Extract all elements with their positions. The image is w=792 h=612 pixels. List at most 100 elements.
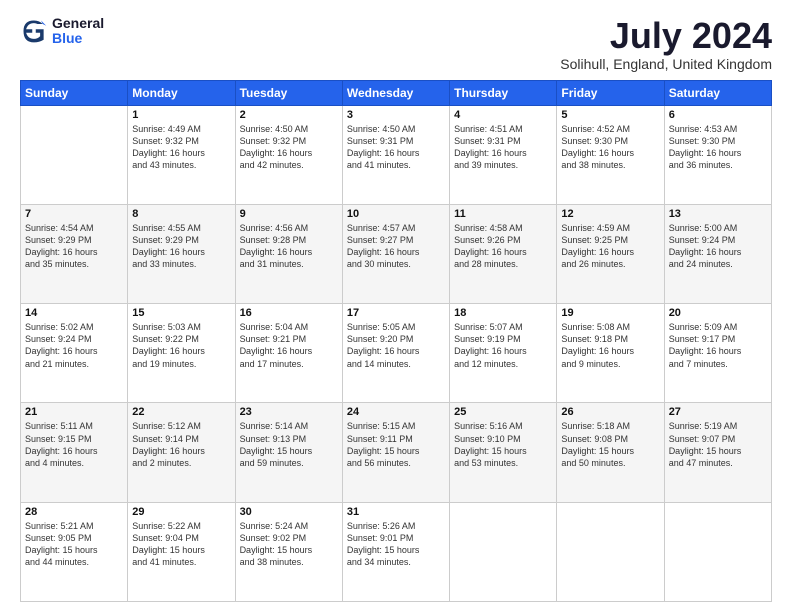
table-row: 19Sunrise: 5:08 AM Sunset: 9:18 PM Dayli…	[557, 304, 664, 403]
location-subtitle: Solihull, England, United Kingdom	[560, 56, 772, 72]
calendar-week-row: 28 Sunrise: 5:21 AM Sunset: 9:05 PM Dayli…	[21, 502, 772, 601]
table-row: 3 Sunrise: 4:50 AM Sunset: 9:31 PM Daylig…	[342, 105, 449, 204]
day-content: Sunrise: 5:05 AM Sunset: 9:20 PM Dayligh…	[347, 321, 445, 370]
col-sunday: Sunday	[21, 80, 128, 105]
day-content: Sunrise: 4:56 AM Sunset: 9:28 PM Dayligh…	[240, 222, 338, 271]
table-row: 17 Sunrise: 5:05 AM Sunset: 9:20 PM Dayli…	[342, 304, 449, 403]
col-wednesday: Wednesday	[342, 80, 449, 105]
day-content: Sunrise: 5:12 AM Sunset: 9:14 PM Dayligh…	[132, 420, 230, 469]
table-row: 15 Sunrise: 5:03 AM Sunset: 9:22 PM Dayli…	[128, 304, 235, 403]
table-row: 6 Sunrise: 4:53 AM Sunset: 9:30 PM Daylig…	[664, 105, 771, 204]
page: General Blue July 2024 Solihull, England…	[0, 0, 792, 612]
day-content: Sunrise: 5:26 AM Sunset: 9:01 PM Dayligh…	[347, 520, 445, 569]
day-number: 12	[561, 208, 659, 220]
day-number: 19	[561, 307, 659, 319]
day-number: 26	[561, 406, 659, 418]
table-row: 16 Sunrise: 5:04 AM Sunset: 9:21 PM Dayli…	[235, 304, 342, 403]
day-content: Sunrise: 4:54 AM Sunset: 9:29 PM Dayligh…	[25, 222, 123, 271]
table-row: 14 Sunrise: 5:02 AM Sunset: 9:24 PM Dayli…	[21, 304, 128, 403]
day-content: Sunrise: 5:18 AM Sunset: 9:08 PM Dayligh…	[561, 420, 659, 469]
table-row: 24 Sunrise: 5:15 AM Sunset: 9:11 PM Dayli…	[342, 403, 449, 502]
table-row: 27 Sunrise: 5:19 AM Sunset: 9:07 PM Dayli…	[664, 403, 771, 502]
table-row: 26 Sunrise: 5:18 AM Sunset: 9:08 PM Dayli…	[557, 403, 664, 502]
day-number: 4	[454, 109, 552, 121]
logo-blue-text: Blue	[52, 31, 104, 46]
table-row: 11 Sunrise: 4:58 AM Sunset: 9:26 PM Dayli…	[450, 204, 557, 303]
table-row: 18Sunrise: 5:07 AM Sunset: 9:19 PM Dayli…	[450, 304, 557, 403]
day-content: Sunrise: 4:58 AM Sunset: 9:26 PM Dayligh…	[454, 222, 552, 271]
day-content: Sunrise: 5:02 AM Sunset: 9:24 PM Dayligh…	[25, 321, 123, 370]
day-number: 3	[347, 109, 445, 121]
day-number: 17	[347, 307, 445, 319]
table-row: 29 Sunrise: 5:22 AM Sunset: 9:04 PM Dayli…	[128, 502, 235, 601]
day-number: 6	[669, 109, 767, 121]
day-content: Sunrise: 5:19 AM Sunset: 9:07 PM Dayligh…	[669, 420, 767, 469]
table-row: 21 Sunrise: 5:11 AM Sunset: 9:15 PM Dayli…	[21, 403, 128, 502]
day-content: Sunrise: 5:15 AM Sunset: 9:11 PM Dayligh…	[347, 420, 445, 469]
table-row	[450, 502, 557, 601]
table-row	[557, 502, 664, 601]
day-content: Sunrise: 4:50 AM Sunset: 9:31 PM Dayligh…	[347, 123, 445, 172]
day-number: 24	[347, 406, 445, 418]
table-row	[664, 502, 771, 601]
day-number: 27	[669, 406, 767, 418]
day-number: 2	[240, 109, 338, 121]
table-row: 12 Sunrise: 4:59 AM Sunset: 9:25 PM Dayli…	[557, 204, 664, 303]
day-number: 15	[132, 307, 230, 319]
calendar-week-row: 7 Sunrise: 4:54 AM Sunset: 9:29 PM Daylig…	[21, 204, 772, 303]
day-number: 23	[240, 406, 338, 418]
table-row: 31Sunrise: 5:26 AM Sunset: 9:01 PM Dayli…	[342, 502, 449, 601]
table-row	[21, 105, 128, 204]
day-number: 16	[240, 307, 338, 319]
day-content: Sunrise: 4:53 AM Sunset: 9:30 PM Dayligh…	[669, 123, 767, 172]
table-row: 1 Sunrise: 4:49 AM Sunset: 9:32 PM Daylig…	[128, 105, 235, 204]
day-content: Sunrise: 5:22 AM Sunset: 9:04 PM Dayligh…	[132, 520, 230, 569]
day-content: Sunrise: 5:24 AM Sunset: 9:02 PM Dayligh…	[240, 520, 338, 569]
day-content: Sunrise: 5:14 AM Sunset: 9:13 PM Dayligh…	[240, 420, 338, 469]
calendar-header-row: Sunday Monday Tuesday Wednesday Thursday…	[21, 80, 772, 105]
day-number: 9	[240, 208, 338, 220]
col-friday: Friday	[557, 80, 664, 105]
day-number: 29	[132, 506, 230, 518]
day-content: Sunrise: 4:49 AM Sunset: 9:32 PM Dayligh…	[132, 123, 230, 172]
title-block: July 2024 Solihull, England, United King…	[560, 16, 772, 72]
table-row: 25Sunrise: 5:16 AM Sunset: 9:10 PM Dayli…	[450, 403, 557, 502]
calendar-week-row: 14 Sunrise: 5:02 AM Sunset: 9:24 PM Dayli…	[21, 304, 772, 403]
table-row: 13 Sunrise: 5:00 AM Sunset: 9:24 PM Dayli…	[664, 204, 771, 303]
table-row: 23 Sunrise: 5:14 AM Sunset: 9:13 PM Dayli…	[235, 403, 342, 502]
header: General Blue July 2024 Solihull, England…	[20, 16, 772, 72]
day-number: 11	[454, 208, 552, 220]
day-number: 14	[25, 307, 123, 319]
logo: General Blue	[20, 16, 104, 47]
month-title: July 2024	[560, 16, 772, 56]
day-content: Sunrise: 5:00 AM Sunset: 9:24 PM Dayligh…	[669, 222, 767, 271]
day-number: 1	[132, 109, 230, 121]
day-number: 21	[25, 406, 123, 418]
col-monday: Monday	[128, 80, 235, 105]
col-thursday: Thursday	[450, 80, 557, 105]
calendar-week-row: 21 Sunrise: 5:11 AM Sunset: 9:15 PM Dayli…	[21, 403, 772, 502]
table-row: 28 Sunrise: 5:21 AM Sunset: 9:05 PM Dayli…	[21, 502, 128, 601]
day-number: 20	[669, 307, 767, 319]
day-content: Sunrise: 4:51 AM Sunset: 9:31 PM Dayligh…	[454, 123, 552, 172]
day-content: Sunrise: 5:04 AM Sunset: 9:21 PM Dayligh…	[240, 321, 338, 370]
day-number: 28	[25, 506, 123, 518]
calendar-week-row: 1 Sunrise: 4:49 AM Sunset: 9:32 PM Daylig…	[21, 105, 772, 204]
day-number: 22	[132, 406, 230, 418]
logo-text: General Blue	[52, 16, 104, 47]
day-content: Sunrise: 5:16 AM Sunset: 9:10 PM Dayligh…	[454, 420, 552, 469]
day-number: 13	[669, 208, 767, 220]
logo-icon	[20, 17, 48, 45]
day-content: Sunrise: 4:50 AM Sunset: 9:32 PM Dayligh…	[240, 123, 338, 172]
day-number: 7	[25, 208, 123, 220]
day-content: Sunrise: 5:11 AM Sunset: 9:15 PM Dayligh…	[25, 420, 123, 469]
day-content: Sunrise: 5:03 AM Sunset: 9:22 PM Dayligh…	[132, 321, 230, 370]
logo-general-text: General	[52, 16, 104, 31]
table-row: 8Sunrise: 4:55 AM Sunset: 9:29 PM Daylig…	[128, 204, 235, 303]
day-content: Sunrise: 4:59 AM Sunset: 9:25 PM Dayligh…	[561, 222, 659, 271]
table-row: 2 Sunrise: 4:50 AM Sunset: 9:32 PM Daylig…	[235, 105, 342, 204]
table-row: 9 Sunrise: 4:56 AM Sunset: 9:28 PM Daylig…	[235, 204, 342, 303]
day-content: Sunrise: 5:09 AM Sunset: 9:17 PM Dayligh…	[669, 321, 767, 370]
day-content: Sunrise: 5:21 AM Sunset: 9:05 PM Dayligh…	[25, 520, 123, 569]
day-content: Sunrise: 5:07 AM Sunset: 9:19 PM Dayligh…	[454, 321, 552, 370]
